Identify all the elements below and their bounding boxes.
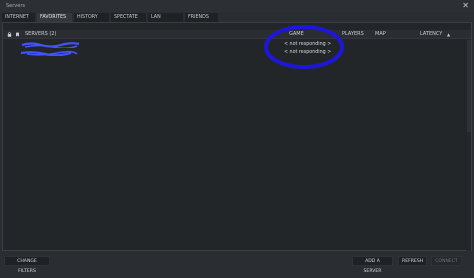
server-row[interactable]: < not responding > [3, 42, 471, 49]
lock-icon[interactable] [7, 32, 12, 37]
scrollbar-thumb[interactable] [467, 40, 471, 132]
column-servers[interactable]: SERVERS (2) [25, 31, 56, 37]
close-icon[interactable]: ✕ [462, 1, 469, 10]
connect-button[interactable]: CONNECT [431, 256, 462, 266]
column-latency[interactable]: LATENCY [420, 31, 442, 37]
redaction-scribble [21, 42, 80, 48]
window-title: Servers [6, 3, 26, 9]
column-players[interactable]: PLAYERS [342, 31, 364, 37]
tab-history[interactable]: HISTORY [74, 13, 110, 22]
tab-internet[interactable]: INTERNET [2, 13, 36, 22]
tab-favorites[interactable]: FAVORITES [37, 13, 73, 22]
bottom-bar: CHANGE FILTERS ADD A SERVER REFRESH CONN… [0, 251, 474, 278]
server-list-panel: SERVERS (2) GAME PLAYERS MAP LATENCY ▲ <… [2, 22, 472, 251]
redaction-scribble [21, 50, 78, 56]
favorite-icon[interactable] [15, 32, 20, 37]
server-row[interactable]: < not responding > [3, 50, 471, 57]
tab-lan[interactable]: LAN [148, 13, 184, 22]
server-list-header: SERVERS (2) GAME PLAYERS MAP LATENCY ▲ [3, 30, 471, 39]
tab-spectate[interactable]: SPECTATE [111, 13, 147, 22]
change-filters-button[interactable]: CHANGE FILTERS [4, 256, 50, 274]
column-map[interactable]: MAP [375, 31, 386, 37]
sort-ascending-icon: ▲ [447, 32, 451, 37]
scrollbar[interactable] [467, 40, 471, 251]
tab-friends[interactable]: FRIENDS [185, 13, 219, 22]
title-bar: Servers ✕ [0, 0, 474, 12]
refresh-button[interactable]: REFRESH [398, 256, 427, 266]
add-server-button[interactable]: ADD A SERVER [352, 256, 393, 274]
annotation-circle [264, 25, 344, 69]
